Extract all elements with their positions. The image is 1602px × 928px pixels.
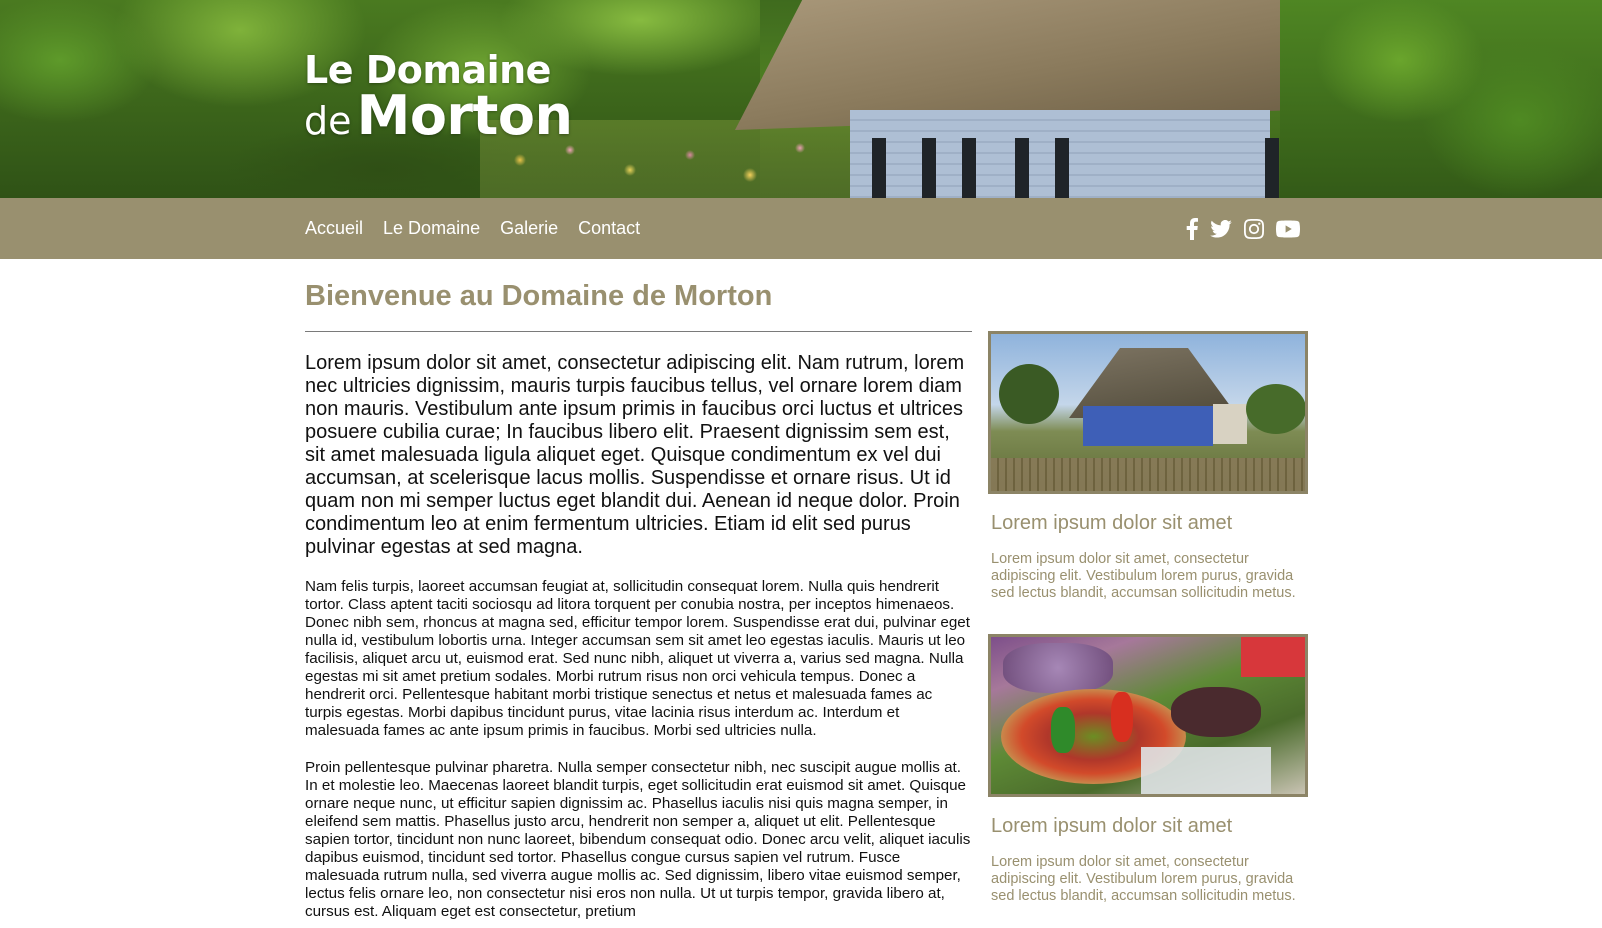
cottage-photo[interactable] [988, 331, 1308, 494]
body-paragraph: Proin pellentesque pulvinar pharetra. Nu… [305, 759, 971, 920]
page-title: Bienvenue au Domaine de Morton [305, 280, 773, 312]
hero-window [872, 138, 886, 198]
nav-link-galerie[interactable]: Galerie [500, 218, 558, 239]
sidebar-card: Lorem ipsum dolor sit amet Lorem ipsum d… [988, 331, 1308, 602]
nav-link-le-domaine[interactable]: Le Domaine [383, 218, 480, 239]
youtube-icon[interactable] [1276, 220, 1300, 238]
twitter-icon[interactable] [1210, 219, 1232, 238]
instagram-icon[interactable] [1244, 218, 1264, 239]
sidebar-card: Lorem ipsum dolor sit amet Lorem ipsum d… [988, 634, 1308, 905]
title-divider [305, 331, 972, 332]
hero-window [1015, 138, 1029, 198]
lead-paragraph: Lorem ipsum dolor sit amet, consectetur … [305, 352, 965, 558]
nav-links: Accueil Le Domaine Galerie Contact [305, 198, 660, 259]
nav-link-contact[interactable]: Contact [578, 218, 640, 239]
hero-banner: Le Domaine de Morton [0, 0, 1602, 198]
card-title: Lorem ipsum dolor sit amet [991, 815, 1233, 837]
body-paragraph: Nam felis turpis, laoreet accumsan feugi… [305, 578, 970, 739]
hero-window [1265, 138, 1279, 198]
page-content: Bienvenue au Domaine de Morton Lorem ips… [305, 259, 1310, 920]
card-text: Lorem ipsum dolor sit amet, consectetur … [991, 551, 1296, 601]
hero-window [922, 138, 936, 198]
nav-link-accueil[interactable]: Accueil [305, 218, 363, 239]
social-links [1186, 198, 1300, 259]
card-title: Lorem ipsum dolor sit amet [991, 512, 1233, 534]
hero-window [1055, 138, 1069, 198]
vegetable-basket-photo[interactable] [988, 634, 1308, 797]
hero-trees-right [1280, 0, 1602, 198]
logo-line-2: de Morton [304, 89, 573, 155]
site-logo[interactable]: Le Domaine de Morton [304, 50, 573, 155]
main-navigation: Accueil Le Domaine Galerie Contact [0, 198, 1602, 259]
main-column: Lorem ipsum dolor sit amet, consectetur … [305, 331, 972, 921]
card-text: Lorem ipsum dolor sit amet, consectetur … [991, 854, 1296, 904]
hero-window [962, 138, 976, 198]
logo-line-2-small: de [304, 99, 352, 143]
sidebar: Lorem ipsum dolor sit amet Lorem ipsum d… [988, 331, 1308, 905]
facebook-icon[interactable] [1186, 217, 1198, 240]
logo-line-2-big: Morton [356, 84, 573, 147]
